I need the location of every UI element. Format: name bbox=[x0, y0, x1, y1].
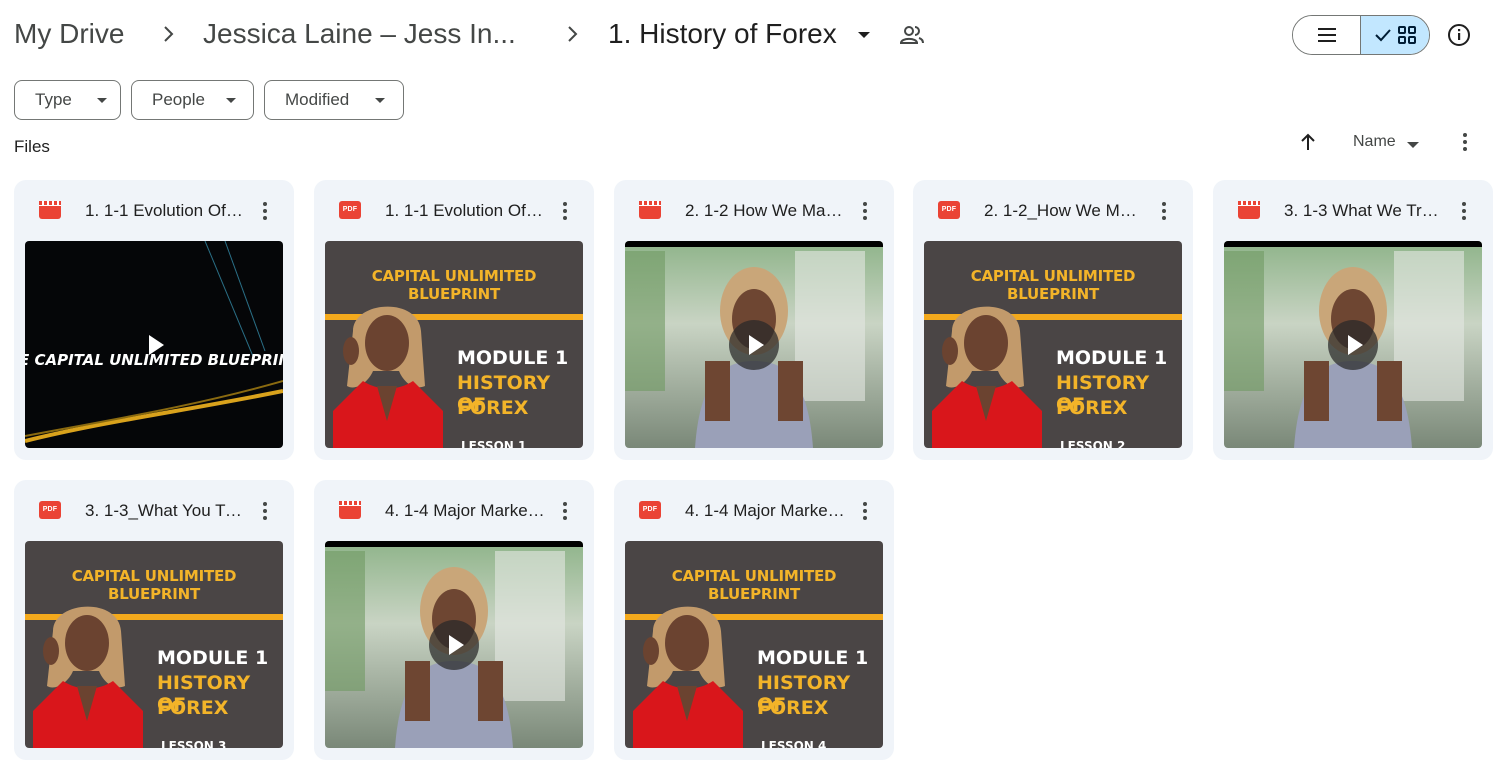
folder-menu-caret-icon[interactable] bbox=[858, 32, 870, 38]
poster-module: MODULE 1 bbox=[157, 647, 269, 669]
video-file-icon bbox=[639, 201, 661, 219]
list-icon bbox=[1317, 28, 1336, 42]
breadcrumb-parent-folder[interactable]: Jessica Laine – Jess In... bbox=[203, 14, 516, 54]
file-name[interactable]: 1. 1-1 Evolution Of the Forex Market bbox=[85, 200, 245, 222]
poster-module: MODULE 1 bbox=[457, 347, 569, 369]
chevron-down-icon bbox=[226, 97, 236, 103]
video-file-icon bbox=[339, 501, 361, 519]
file-card[interactable]: 2. 1-2 How We Make Money bbox=[614, 180, 894, 460]
chevron-down-icon[interactable] bbox=[1407, 142, 1419, 148]
play-icon[interactable] bbox=[729, 320, 779, 370]
play-icon[interactable] bbox=[1328, 320, 1378, 370]
file-name[interactable]: 3. 1-3_What You Trade bbox=[85, 500, 245, 522]
file-name[interactable]: 4. 1-4 Major Market Sessions bbox=[385, 500, 545, 522]
more-actions-icon[interactable] bbox=[258, 500, 272, 522]
presenter-photo bbox=[33, 606, 143, 748]
poster-line3: FOREX bbox=[757, 697, 829, 719]
file-card-header: 3. 1-3 What We Trade bbox=[1213, 180, 1493, 240]
more-actions-icon[interactable] bbox=[858, 200, 872, 222]
modified-filter-chip[interactable]: Modified bbox=[264, 80, 404, 120]
file-thumbnail[interactable]: E CAPITAL UNLIMITED BLUEPRINT bbox=[25, 241, 283, 448]
poster-lesson: LESSON 2 bbox=[1060, 439, 1126, 448]
file-thumbnail[interactable]: CAPITAL UNLIMITED BLUEPRINT MODULE 1 HISTO… bbox=[924, 241, 1182, 448]
pdf-file-icon: PDF bbox=[39, 501, 61, 519]
sort-by-button[interactable]: Name bbox=[1353, 133, 1396, 151]
poster-line3: FOREX bbox=[157, 697, 229, 719]
chevron-down-icon bbox=[97, 97, 107, 103]
file-name[interactable]: 4. 1-4 Major Market Sessions bbox=[685, 500, 845, 522]
file-name[interactable]: 3. 1-3 What We Trade bbox=[1284, 200, 1444, 222]
poster-line3: FOREX bbox=[1056, 397, 1128, 419]
file-card-header: PDF 4. 1-4 Major Market Sessions bbox=[614, 480, 894, 540]
file-name[interactable]: 2. 1-2 How We Make Money bbox=[685, 200, 845, 222]
file-thumbnail[interactable]: CAPITAL UNLIMITED BLUEPRINT MODULE 1 HISTO… bbox=[625, 541, 883, 748]
more-actions-icon[interactable] bbox=[858, 500, 872, 522]
presenter-photo bbox=[633, 606, 743, 748]
file-thumbnail[interactable]: CAPITAL UNLIMITED BLUEPRINT MODULE 1 HISTO… bbox=[325, 241, 583, 448]
pdf-file-icon: PDF bbox=[639, 501, 661, 519]
more-actions-icon[interactable] bbox=[1157, 200, 1171, 222]
file-thumbnail[interactable] bbox=[1224, 241, 1482, 448]
type-filter-label: Type bbox=[35, 90, 72, 109]
file-name[interactable]: 1. 1-1 Evolution Of the Forex Market bbox=[385, 200, 545, 222]
poster-lesson: LESSON 1 bbox=[461, 439, 527, 448]
file-card[interactable]: 4. 1-4 Major Market Sessions bbox=[314, 480, 594, 760]
more-actions-icon[interactable] bbox=[558, 200, 572, 222]
file-card-header: PDF 3. 1-3_What You Trade bbox=[14, 480, 294, 540]
type-filter-chip[interactable]: Type bbox=[14, 80, 121, 120]
chevron-right-icon bbox=[164, 26, 174, 42]
file-card[interactable]: 3. 1-3 What We Trade bbox=[1213, 180, 1493, 460]
file-card-header: PDF 2. 1-2_How We Make Money bbox=[913, 180, 1193, 240]
poster-lesson: LESSON 4 bbox=[761, 739, 827, 748]
grid-view-button[interactable] bbox=[1360, 16, 1429, 54]
poster-module: MODULE 1 bbox=[757, 647, 869, 669]
more-actions-icon[interactable] bbox=[558, 500, 572, 522]
file-card[interactable]: PDF 3. 1-3_What You Trade CAPITAL UNLIMITE… bbox=[14, 480, 294, 760]
view-toggle bbox=[1292, 15, 1430, 55]
sort-direction-arrow-icon[interactable] bbox=[1296, 130, 1320, 154]
section-heading: Files bbox=[14, 137, 50, 156]
presenter-photo bbox=[333, 306, 443, 448]
breadcrumb-my-drive[interactable]: My Drive bbox=[14, 14, 124, 54]
more-actions-icon[interactable] bbox=[258, 200, 272, 222]
poster-module: MODULE 1 bbox=[1056, 347, 1168, 369]
file-thumbnail[interactable] bbox=[625, 241, 883, 448]
people-filter-chip[interactable]: People bbox=[131, 80, 254, 120]
pdf-file-icon: PDF bbox=[339, 201, 361, 219]
pdf-file-icon: PDF bbox=[938, 201, 960, 219]
file-card-header: 4. 1-4 Major Market Sessions bbox=[314, 480, 594, 540]
grid-icon bbox=[1398, 26, 1416, 44]
chevron-right-icon bbox=[568, 26, 578, 42]
people-filter-label: People bbox=[152, 90, 205, 109]
breadcrumb-current-folder[interactable]: 1. History of Forex bbox=[608, 14, 837, 54]
video-file-icon bbox=[39, 201, 61, 219]
shared-people-icon[interactable] bbox=[898, 22, 926, 48]
list-view-button[interactable] bbox=[1293, 16, 1360, 54]
play-icon[interactable] bbox=[129, 320, 179, 370]
more-actions-icon[interactable] bbox=[1457, 200, 1471, 222]
video-file-icon bbox=[1238, 201, 1260, 219]
presenter-photo bbox=[932, 306, 1042, 448]
file-card[interactable]: 1. 1-1 Evolution Of the Forex Market E CA… bbox=[14, 180, 294, 460]
checkmark-icon bbox=[1375, 29, 1391, 42]
file-card-header: 1. 1-1 Evolution Of the Forex Market bbox=[14, 180, 294, 240]
file-card[interactable]: PDF 4. 1-4 Major Market Sessions CAPITAL U… bbox=[614, 480, 894, 760]
modified-filter-label: Modified bbox=[285, 90, 350, 109]
file-card-header: 2. 1-2 How We Make Money bbox=[614, 180, 894, 240]
file-name[interactable]: 2. 1-2_How We Make Money bbox=[984, 200, 1144, 222]
play-icon[interactable] bbox=[429, 620, 479, 670]
more-options-icon[interactable] bbox=[1455, 130, 1475, 154]
file-card[interactable]: PDF 2. 1-2_How We Make Money CAPITAL UNLIM… bbox=[913, 180, 1193, 460]
file-thumbnail[interactable] bbox=[325, 541, 583, 748]
top-bar: My Drive Jessica Laine – Jess In... 1. H… bbox=[0, 0, 1500, 70]
poster-line3: FOREX bbox=[457, 397, 529, 419]
file-card[interactable]: PDF 1. 1-1 Evolution Of the Forex Market C… bbox=[314, 180, 594, 460]
file-card-header: PDF 1. 1-1 Evolution Of the Forex Market bbox=[314, 180, 594, 240]
chevron-down-icon bbox=[375, 97, 385, 103]
poster-lesson: LESSON 3 bbox=[161, 739, 227, 748]
file-thumbnail[interactable]: CAPITAL UNLIMITED BLUEPRINT MODULE 1 HISTO… bbox=[25, 541, 283, 748]
info-icon[interactable] bbox=[1446, 22, 1472, 48]
